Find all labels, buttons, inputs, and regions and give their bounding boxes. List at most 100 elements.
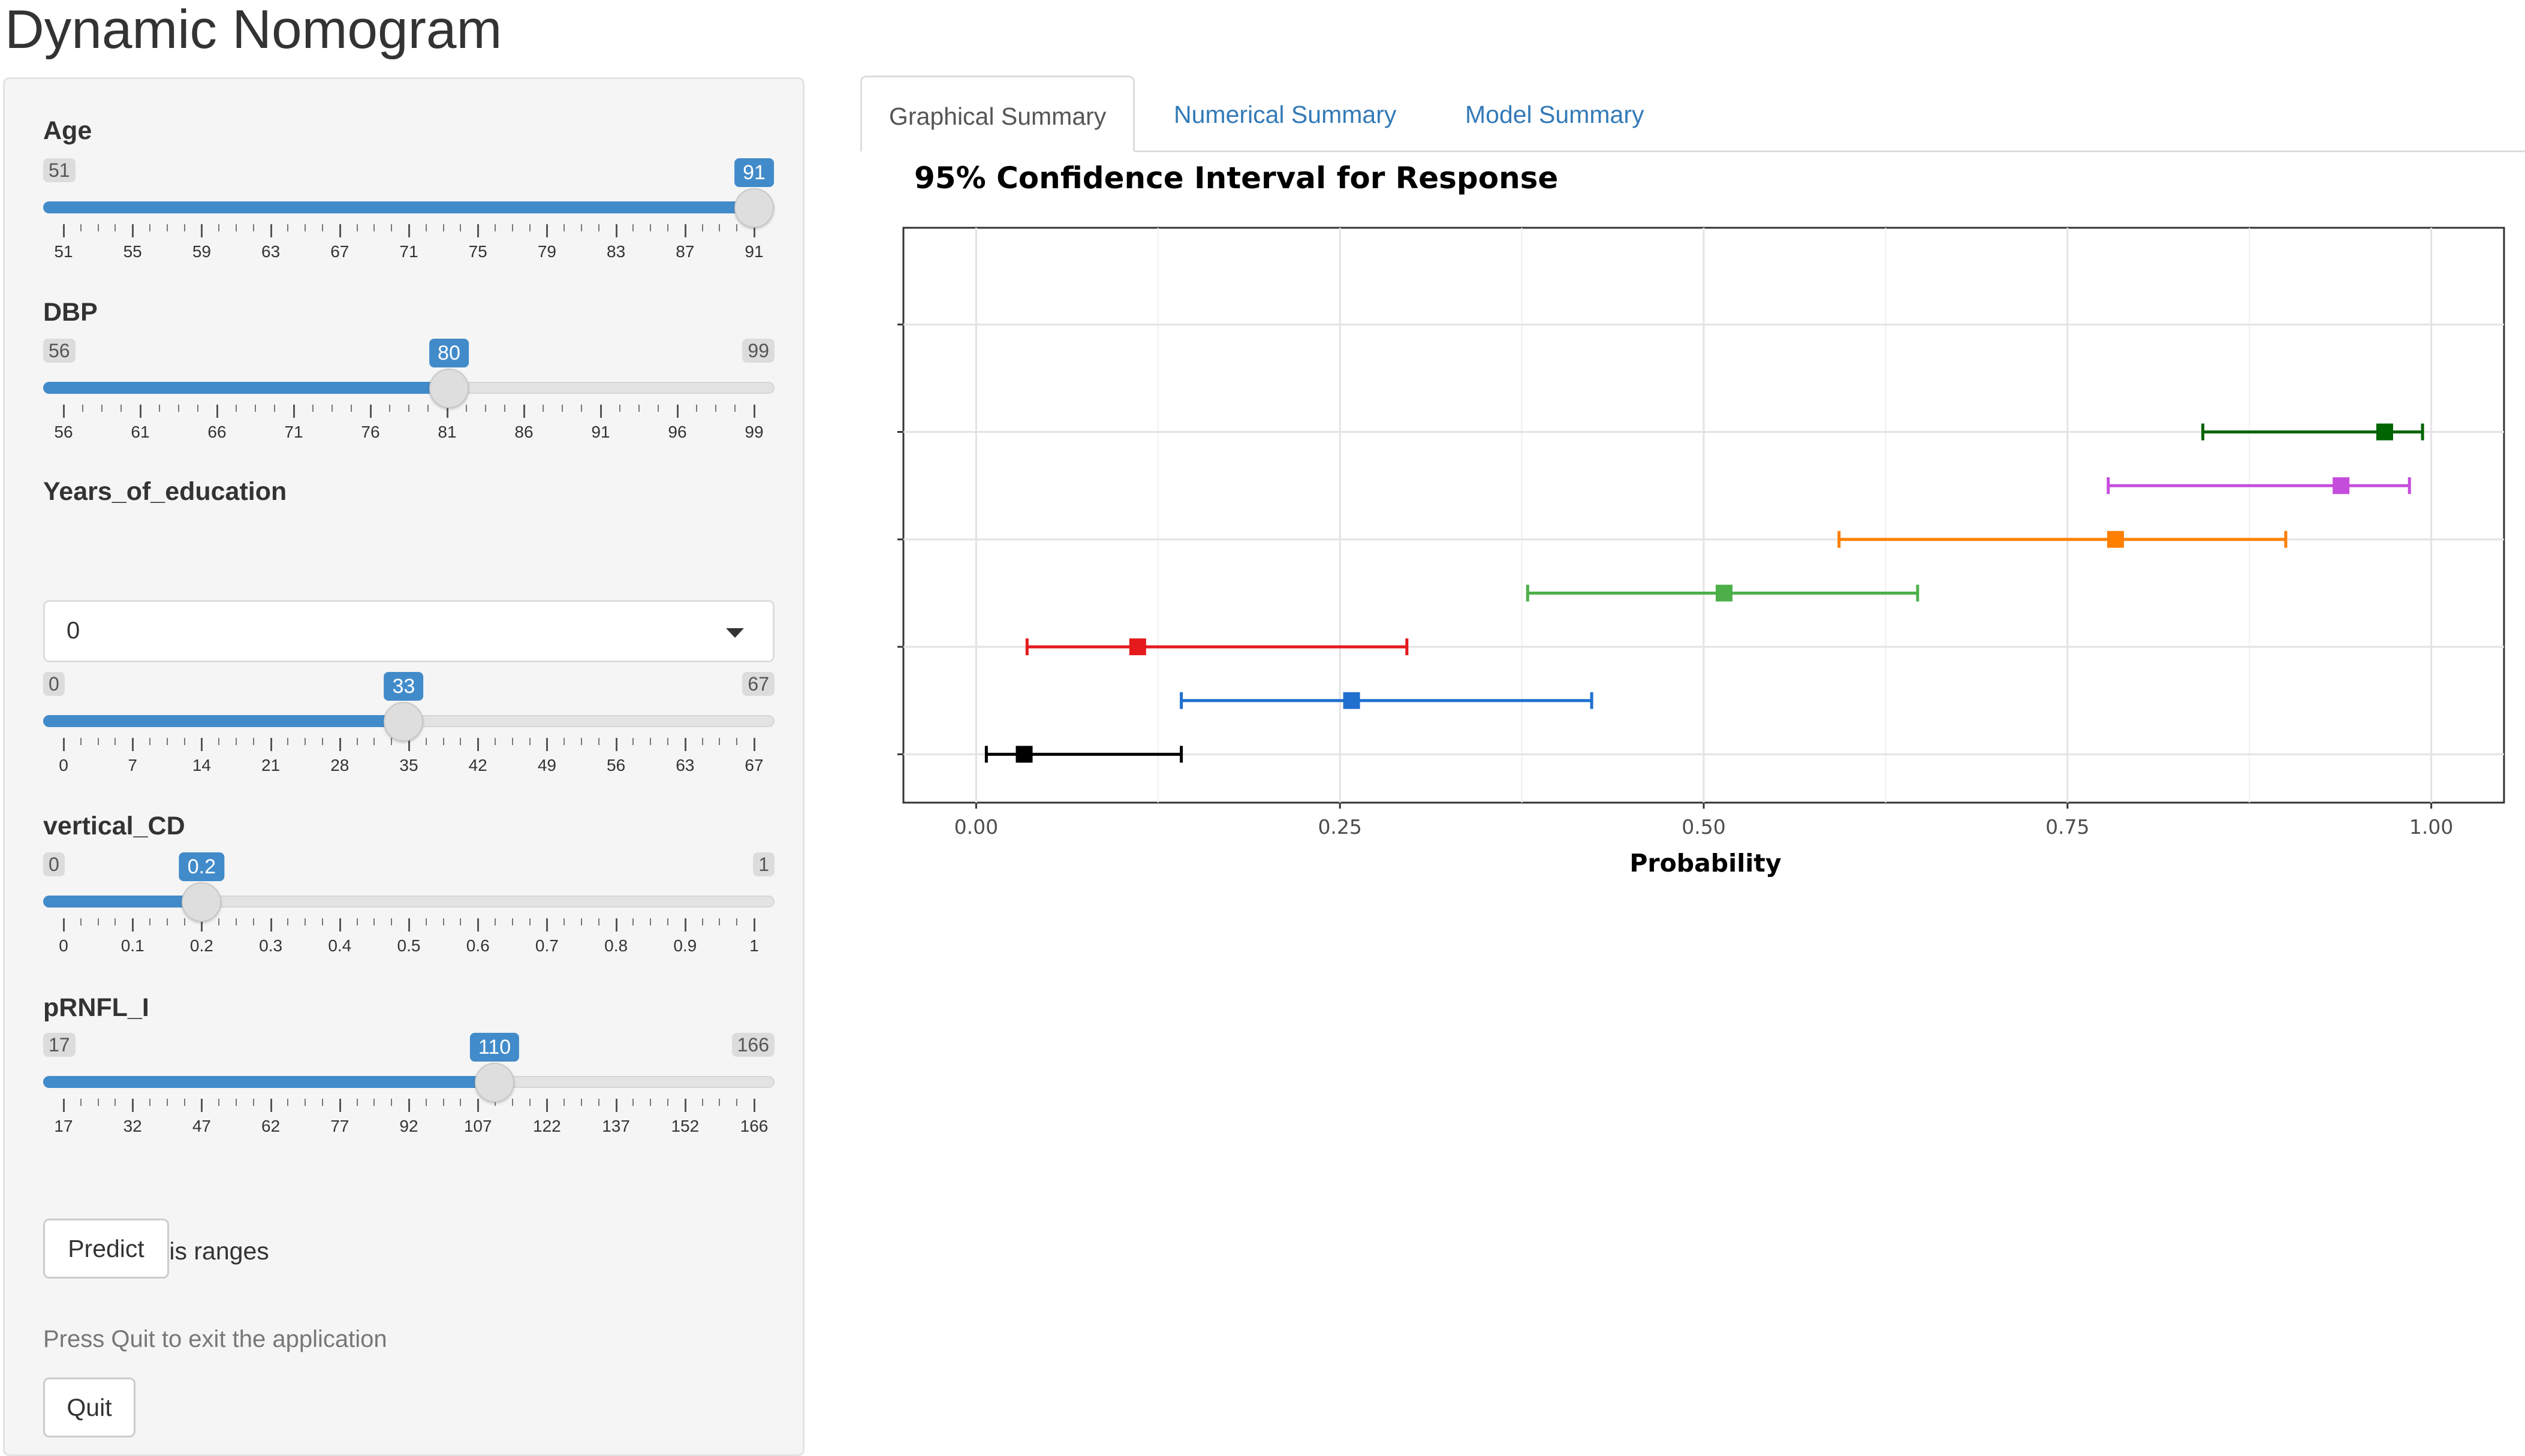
slider-tick: [63, 224, 65, 237]
age-slider-handle[interactable]: [734, 188, 774, 228]
slider-tick-label: 56: [607, 756, 626, 774]
vcd-slider-min-label: 0: [43, 852, 65, 876]
slider-tick-label: 91: [591, 423, 610, 441]
slider-tick: [339, 738, 341, 751]
slider-minor-tick: [529, 224, 531, 231]
vcd-slider-handle[interactable]: [182, 882, 222, 922]
slider-minor-tick: [149, 738, 150, 745]
slider-minor-tick: [356, 918, 358, 926]
slider-minor-tick: [632, 738, 634, 745]
slider-minor-tick: [650, 918, 652, 926]
tab-numerical-summary[interactable]: Numerical Summary: [1147, 76, 1423, 152]
slider-tick: [370, 405, 372, 418]
slider-tick: [339, 1099, 341, 1112]
point-estimate: [1343, 692, 1360, 709]
spca-slider-handle[interactable]: [384, 702, 424, 741]
spca-slider-max-label: 67: [742, 672, 775, 696]
slider-tick-label: 122: [533, 1117, 561, 1135]
app-title: Dynamic Nomogram: [5, 0, 502, 60]
slider-minor-tick: [408, 405, 409, 412]
slider-minor-tick: [511, 738, 513, 745]
slider-minor-tick: [149, 1099, 150, 1106]
slider-tick-label: 62: [261, 1117, 281, 1135]
slider-minor-tick: [305, 224, 306, 231]
slider-tick: [477, 918, 480, 932]
slider-tick-label: 0.2: [189, 936, 213, 955]
slider-tick: [63, 405, 65, 418]
education-select[interactable]: 0: [43, 600, 775, 662]
slider-minor-tick: [495, 224, 496, 231]
slider-tick: [201, 224, 203, 237]
slider-minor-tick: [460, 738, 462, 745]
slider-minor-tick: [581, 918, 582, 926]
slider-tick-label: 51: [54, 242, 73, 261]
slider-tick-label: 14: [192, 756, 211, 774]
slider-minor-tick: [442, 918, 444, 926]
predict-button[interactable]: Predict: [43, 1219, 169, 1279]
x-tick-label: 0.50: [1682, 815, 1725, 839]
slider-tick-label: 92: [399, 1117, 418, 1135]
slider-tick-label: 81: [438, 423, 457, 441]
slider-minor-tick: [391, 1099, 393, 1106]
slider-tick: [270, 738, 272, 751]
slider-tick-label: 86: [514, 423, 534, 441]
slider-minor-tick: [115, 224, 116, 231]
slider-tick-label: 91: [745, 242, 764, 261]
slider-tick: [523, 405, 525, 418]
tab-graphical-summary[interactable]: Graphical Summary: [860, 76, 1135, 152]
slider-minor-tick: [97, 918, 99, 926]
slider-tick: [684, 918, 686, 932]
slider-tick: [339, 224, 341, 237]
slider-minor-tick: [356, 1099, 358, 1106]
slider-minor-tick: [149, 224, 150, 231]
vcd-slider[interactable]: 0 0.1 0.2 0.3 0.4 0.5 0.6 0.7 0.8 0.9 1 0 1 0.2: [43, 852, 775, 972]
slider-tick-label: 66: [207, 423, 227, 441]
chevron-down-icon[interactable]: [726, 628, 744, 638]
slider-tick: [684, 224, 686, 237]
slider-minor-tick: [696, 405, 697, 412]
dbp-slider[interactable]: 56 61 66 71 76 81 86 91 96 99 56 99 80: [43, 339, 775, 459]
prnfl-slider-handle[interactable]: [475, 1063, 515, 1102]
slider-minor-tick: [351, 405, 352, 412]
spca-slider-min-label: 0: [43, 672, 65, 696]
slider-minor-tick: [667, 224, 668, 231]
slider-minor-tick: [564, 738, 565, 745]
quit-button[interactable]: Quit: [43, 1377, 135, 1437]
slider-tick-label: 49: [537, 756, 556, 774]
slider-minor-tick: [667, 918, 668, 926]
slider-minor-tick: [632, 1099, 634, 1106]
slider-tick: [339, 918, 341, 932]
tab-model-summary[interactable]: Model Summary: [1438, 76, 1671, 152]
slider-minor-tick: [159, 405, 160, 412]
spca-slider[interactable]: 0 7 14 21 28 35 42 49 56 63 67 0 67 33: [43, 672, 775, 792]
slider-minor-tick: [178, 405, 179, 412]
slider-tick-label: 96: [668, 423, 687, 441]
slider-minor-tick: [218, 1099, 220, 1106]
slider-tick: [63, 738, 65, 751]
slider-minor-tick: [332, 405, 333, 412]
sidebar-panel: Age 51 55 59 63 67 71 75 79 83 87 91 51 91 DBP 56 61 66 71…: [3, 77, 804, 1456]
slider-tick: [270, 1099, 272, 1112]
slider-minor-tick: [736, 224, 738, 231]
slider-minor-tick: [442, 738, 444, 745]
slider-tick: [615, 224, 617, 237]
slider-minor-tick: [80, 224, 82, 231]
slider-minor-tick: [701, 918, 703, 926]
point-estimate: [1129, 638, 1146, 656]
slider-tick-label: 61: [131, 423, 150, 441]
slider-minor-tick: [389, 405, 390, 412]
dbp-slider-handle[interactable]: [429, 369, 469, 408]
slider-minor-tick: [719, 1099, 721, 1106]
prnfl-slider[interactable]: 17 32 47 62 77 92 107 122 137 152 166 17 166 110: [43, 1033, 775, 1153]
age-slider[interactable]: 51 55 59 63 67 71 75 79 83 87 91 51 91: [43, 158, 775, 278]
slider-minor-tick: [632, 918, 634, 926]
slider-minor-tick: [632, 224, 634, 231]
slider-tick: [477, 1099, 480, 1112]
slider-minor-tick: [149, 918, 150, 926]
slider-minor-tick: [425, 224, 427, 231]
slider-tick-label: 55: [123, 242, 142, 261]
slider-minor-tick: [236, 738, 237, 745]
slider-minor-tick: [598, 224, 599, 231]
slider-minor-tick: [564, 1099, 565, 1106]
slider-minor-tick: [322, 1099, 323, 1106]
